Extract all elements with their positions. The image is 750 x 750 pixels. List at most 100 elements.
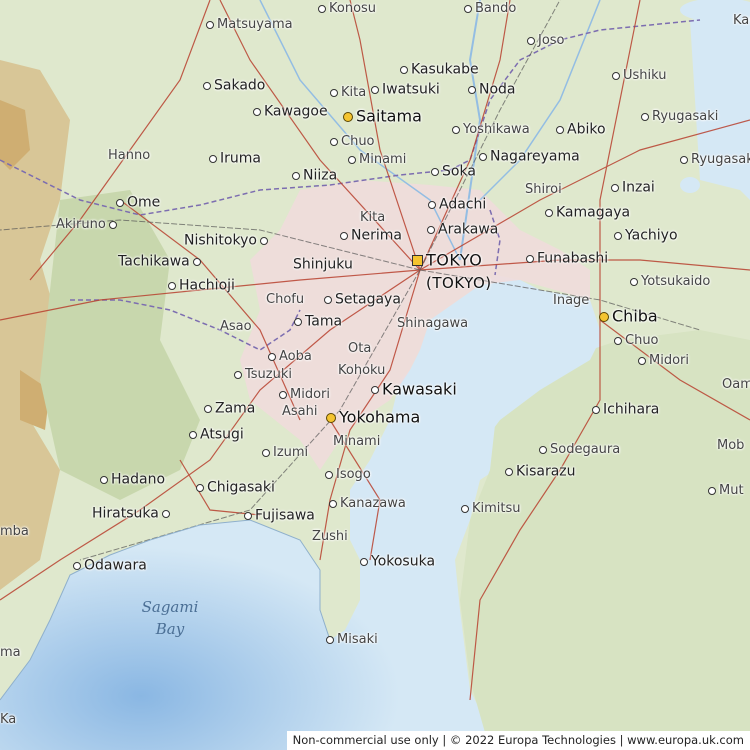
city-label[interactable]: Shinagawa: [397, 315, 468, 331]
city-label[interactable]: Kawagoe: [253, 103, 328, 119]
city-label[interactable]: Sodegaura: [539, 441, 620, 457]
city-label[interactable]: Asahi: [282, 403, 317, 419]
city-label[interactable]: Kasukabe: [400, 61, 479, 77]
city-label[interactable]: mba: [0, 523, 29, 539]
city-label[interactable]: Hiratsuka: [92, 505, 173, 521]
city-label[interactable]: Izumi: [262, 444, 308, 460]
city-label[interactable]: Arakawa: [427, 221, 498, 237]
city-label[interactable]: Yokohama: [326, 409, 420, 426]
town-dot-icon: [268, 352, 276, 361]
city-label[interactable]: Midori: [638, 352, 689, 368]
city-label[interactable]: Kimitsu: [461, 500, 521, 516]
town-dot-icon: [464, 4, 472, 13]
city-label[interactable]: Abiko: [556, 121, 606, 137]
town-dot-icon: [371, 385, 379, 394]
city-label[interactable]: Kita: [330, 84, 366, 100]
city-label[interactable]: Zushi: [312, 528, 348, 544]
city-label[interactable]: Adachi: [428, 196, 486, 212]
city-label[interactable]: Nerima: [340, 227, 402, 243]
city-label[interactable]: Midori: [279, 386, 330, 402]
city-label[interactable]: Mut: [708, 482, 744, 498]
city-label[interactable]: Misaki: [326, 631, 378, 647]
city-label[interactable]: Yokosuka: [360, 553, 435, 569]
city-label[interactable]: Yoshikawa: [452, 121, 530, 137]
city-label[interactable]: Oam: [722, 376, 750, 392]
city-label[interactable]: Hanno: [108, 147, 150, 163]
city-label[interactable]: Bando: [464, 0, 516, 16]
city-label[interactable]: Isogo: [325, 466, 371, 482]
city-label[interactable]: Setagaya: [324, 291, 401, 307]
town-dot-icon: [612, 71, 620, 80]
city-label[interactable]: Tsuzuki: [234, 366, 292, 382]
city-label[interactable]: Yachiyo: [614, 227, 678, 243]
city-label[interactable]: Ota: [348, 340, 371, 356]
attribution-footer[interactable]: Non-commercial use only | © 2022 Europa …: [286, 731, 750, 750]
city-label[interactable]: Chuo: [330, 133, 375, 149]
city-label[interactable]: Konosu: [318, 0, 376, 16]
city-label[interactable]: Chofu: [266, 291, 304, 307]
town-dot-icon: [428, 200, 436, 209]
city-label[interactable]: Asao: [220, 318, 252, 334]
city-label[interactable]: Ka: [0, 711, 16, 727]
city-label[interactable]: Inzai: [611, 179, 655, 195]
city-label[interactable]: Funabashi: [526, 250, 608, 266]
city-label[interactable]: Ome: [116, 194, 160, 210]
water-label-line: Sagami: [141, 598, 199, 616]
town-dot-icon: [279, 390, 287, 399]
city-label[interactable]: Fujisawa: [244, 507, 315, 523]
city-label[interactable]: Noda: [468, 81, 516, 97]
city-label[interactable]: Shiroi: [525, 181, 562, 197]
town-dot-icon: [196, 483, 204, 492]
map-canvas[interactable]: Matsuyama Konosu Bando Joso Kasukabe Sak…: [0, 0, 750, 750]
city-label[interactable]: Hachioji: [168, 277, 235, 293]
city-label[interactable]: Kisarazu: [505, 463, 576, 479]
town-dot-icon: [556, 125, 564, 134]
town-dot-icon: [638, 356, 646, 365]
city-label[interactable]: Shinjuku: [293, 256, 353, 272]
city-label[interactable]: Ryugasaki: [641, 108, 718, 124]
city-label[interactable]: Tachikawa: [118, 253, 204, 269]
city-label[interactable]: Nishitokyo: [184, 232, 271, 248]
town-dot-icon: [206, 20, 214, 29]
city-label[interactable]: Tama: [294, 313, 342, 329]
town-dot-icon: [161, 509, 170, 518]
city-label[interactable]: Mob: [717, 437, 744, 453]
city-label[interactable]: Odawara: [73, 557, 147, 573]
city-label[interactable]: Chiba: [599, 308, 658, 325]
town-dot-icon: [329, 499, 337, 508]
city-label[interactable]: ma: [0, 644, 21, 660]
city-label[interactable]: Saitama: [343, 108, 422, 125]
city-label[interactable]: Kawasaki: [371, 381, 457, 398]
city-label[interactable]: Akiruno: [56, 216, 120, 232]
city-label[interactable]: Joso: [527, 32, 565, 48]
city-label[interactable]: Minami: [333, 433, 380, 449]
city-label[interactable]: Minami: [348, 151, 406, 167]
city-label[interactable]: Kita: [360, 209, 385, 225]
city-label[interactable]: Ichihara: [592, 401, 659, 417]
city-label[interactable]: Iruma: [209, 150, 261, 166]
capital-subtitle: (TOKYO): [426, 274, 492, 292]
town-dot-icon: [708, 486, 716, 495]
city-label[interactable]: Chuo: [614, 332, 659, 348]
city-label[interactable]: Sakado: [203, 77, 265, 93]
city-label[interactable]: Matsuyama: [206, 16, 293, 32]
city-label[interactable]: Atsugi: [189, 426, 244, 442]
city-label[interactable]: Hadano: [100, 471, 165, 487]
town-dot-icon: [209, 154, 217, 163]
city-label[interactable]: Kohoku: [338, 362, 385, 378]
city-label[interactable]: Ryugasaki: [680, 151, 750, 167]
city-label[interactable]: Yotsukaido: [630, 273, 710, 289]
city-label[interactable]: Kas: [733, 12, 750, 28]
city-label[interactable]: Ushiku: [612, 67, 667, 83]
capital-label[interactable]: TOKYO: [412, 252, 482, 269]
city-label[interactable]: Nagareyama: [479, 148, 580, 164]
city-label[interactable]: Kanazawa: [329, 495, 406, 511]
city-label[interactable]: Iwatsuki: [371, 81, 440, 97]
city-label[interactable]: Aoba: [268, 348, 312, 364]
city-label[interactable]: Kamagaya: [545, 204, 630, 220]
city-label[interactable]: Inage: [553, 292, 589, 308]
city-label[interactable]: Chigasaki: [196, 479, 275, 495]
city-label[interactable]: Soka: [431, 163, 476, 179]
city-label[interactable]: Zama: [204, 400, 255, 416]
city-label[interactable]: Niiza: [292, 167, 337, 183]
